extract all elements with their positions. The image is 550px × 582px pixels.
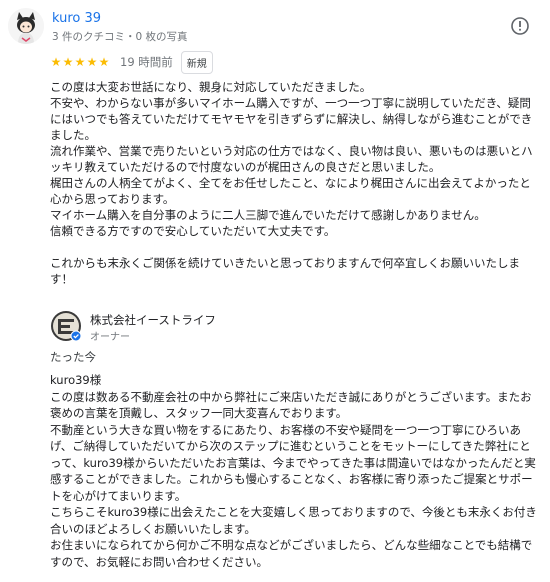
star-icon: ★ bbox=[62, 55, 74, 69]
owner-reply-text: kuro39様 この度は数ある不動産会社の中から弊社にご来店いただき誠にありがと… bbox=[50, 373, 537, 569]
star-icon: ★ bbox=[98, 55, 110, 69]
company-logo-icon bbox=[50, 310, 82, 342]
star-icon: ★ bbox=[86, 55, 98, 69]
star-rating: ★ ★ ★ ★ ★ bbox=[50, 56, 110, 68]
author-meta: 3 件のクチコミ・0 枚の写真 bbox=[52, 31, 188, 43]
new-badge: 新規 bbox=[180, 50, 213, 74]
owner-role: オーナー bbox=[90, 332, 130, 343]
review-header: kuro 39 3 件のクチコミ・0 枚の写真 bbox=[8, 8, 542, 48]
review-time: 19 時間前 bbox=[120, 55, 173, 69]
review-text: この度は大変お世話になり、親身に対応していただきました。 不安や、わからない事が… bbox=[50, 80, 533, 286]
star-icon: ★ bbox=[50, 55, 62, 69]
cat-avatar-icon[interactable] bbox=[8, 8, 44, 44]
reply-time: たった今 bbox=[50, 350, 96, 364]
author-name[interactable]: kuro 39 bbox=[52, 11, 101, 26]
info-icon[interactable] bbox=[510, 16, 530, 36]
verified-check-icon bbox=[71, 331, 81, 341]
rating-row: ★ ★ ★ ★ ★ 19 時間前 新規 bbox=[50, 50, 213, 74]
owner-name: 株式会社イーストライフ bbox=[90, 313, 216, 327]
star-icon: ★ bbox=[74, 55, 86, 69]
